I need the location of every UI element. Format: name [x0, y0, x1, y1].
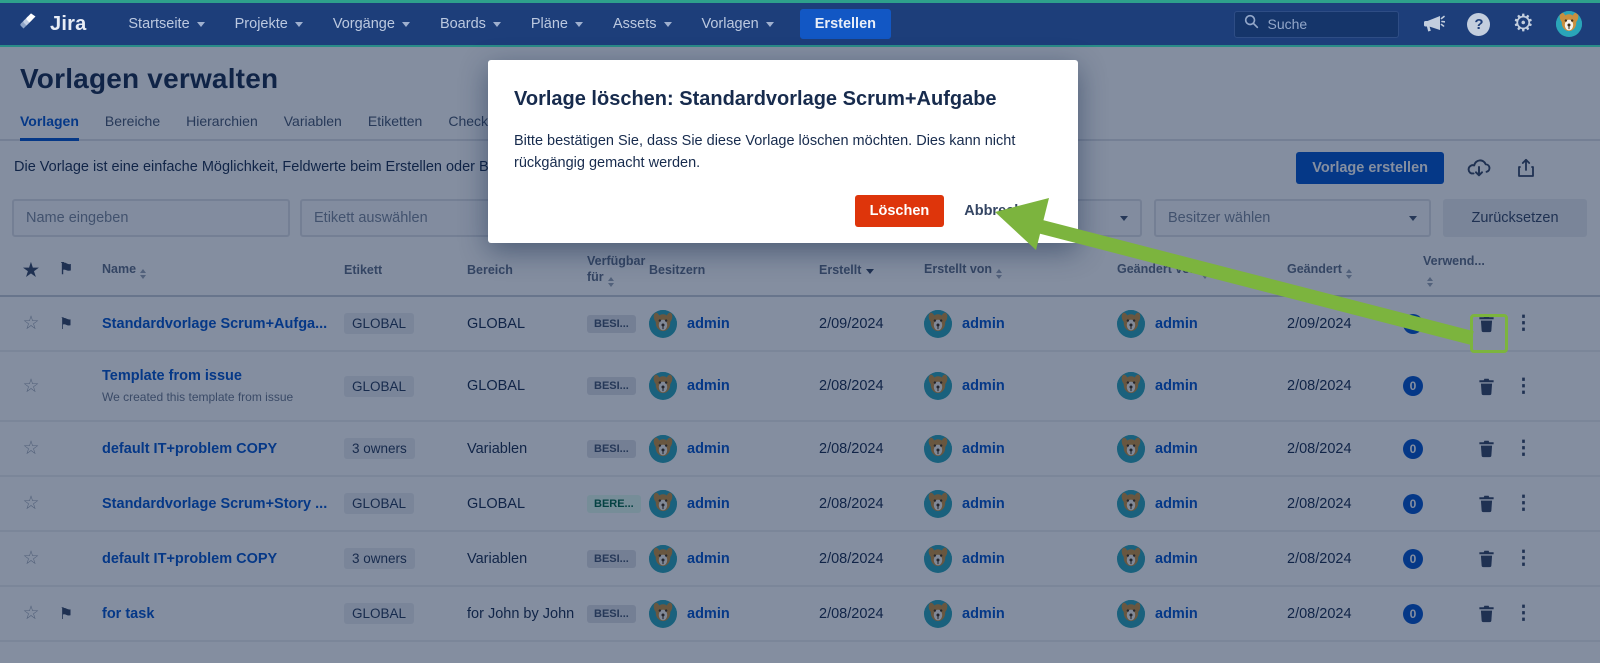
chevron-down-icon — [575, 22, 583, 27]
delete-template-dialog: Vorlage löschen: Standardvorlage Scrum+A… — [488, 60, 1078, 243]
nav-item-vorlagen[interactable]: Vorlagen — [702, 16, 774, 32]
create-button[interactable]: Erstellen — [800, 9, 891, 39]
global-search[interactable] — [1234, 11, 1399, 38]
gear-icon[interactable]: ⚙ — [1512, 12, 1534, 36]
navbar-right: ? ⚙ — [1234, 11, 1582, 38]
chevron-down-icon — [197, 22, 205, 27]
nav-item-vorgaenge[interactable]: Vorgänge — [333, 16, 410, 32]
nav-item-plaene[interactable]: Pläne — [531, 16, 583, 32]
jira-logo-text: Jira — [50, 13, 86, 36]
chevron-down-icon — [402, 22, 410, 27]
nav-item-startseite[interactable]: Startseite — [128, 16, 204, 32]
dialog-body-text: Bitte bestätigen Sie, dass Sie diese Vor… — [514, 130, 1048, 175]
dialog-actions: Löschen Abbrechen — [514, 195, 1048, 227]
nav-item-boards[interactable]: Boards — [440, 16, 501, 32]
nav-item-projekte[interactable]: Projekte — [235, 16, 303, 32]
jira-logo-icon — [18, 10, 42, 39]
dialog-title: Vorlage löschen: Standardvorlage Scrum+A… — [514, 88, 1048, 111]
jira-app: Jira Startseite Projekte Vorgänge Boards… — [0, 0, 1600, 663]
user-avatar[interactable] — [1556, 11, 1582, 37]
cancel-button[interactable]: Abbrechen — [964, 203, 1040, 219]
help-icon[interactable]: ? — [1467, 13, 1490, 36]
chevron-down-icon — [766, 22, 774, 27]
announcements-icon[interactable] — [1421, 12, 1445, 36]
chevron-down-icon — [493, 22, 501, 27]
main-menu: Startseite Projekte Vorgänge Boards Plän… — [128, 16, 773, 32]
dog-avatar-image — [1556, 11, 1582, 37]
nav-item-assets[interactable]: Assets — [613, 16, 672, 32]
search-icon — [1244, 14, 1259, 34]
jira-logo[interactable]: Jira — [18, 10, 86, 39]
top-navbar: Jira Startseite Projekte Vorgänge Boards… — [0, 0, 1600, 47]
chevron-down-icon — [664, 22, 672, 27]
search-input[interactable] — [1267, 16, 1382, 32]
confirm-delete-button[interactable]: Löschen — [855, 195, 945, 227]
chevron-down-icon — [295, 22, 303, 27]
